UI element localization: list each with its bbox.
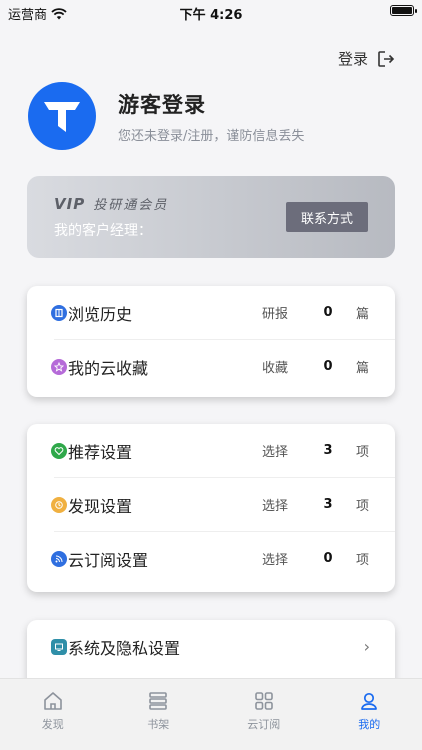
discover-settings-unit: 项 <box>356 499 370 514</box>
tab-mine[interactable]: 我的 <box>317 679 422 750</box>
browse-history-count: 0 <box>323 305 333 320</box>
vip-mark: VIP <box>54 194 86 213</box>
rss-icon <box>51 550 67 567</box>
guest-login-subtitle: 您还未登录/注册，谨防信息丢失 <box>118 128 305 144</box>
cloud-subscription-settings-kind: 选择 <box>262 553 289 568</box>
recommend-settings-label: 推荐设置 <box>68 442 133 462</box>
browse-history-unit: 篇 <box>356 307 370 322</box>
tab-discover-label: 发现 <box>41 718 64 731</box>
tab-cloud-subscription[interactable]: 云订阅 <box>211 679 317 750</box>
history-card: 浏览历史 研报 0 篇 我的云收藏 收藏 0 篇 <box>27 286 395 397</box>
discover-settings-kind: 选择 <box>262 499 289 514</box>
status-time: 下午 4:26 <box>179 8 243 23</box>
cloud-favorites-row[interactable]: 我的云收藏 收藏 0 篇 <box>27 340 395 393</box>
recommend-settings-unit: 项 <box>356 445 370 460</box>
chevron-right-icon: › <box>363 637 370 656</box>
grid-icon <box>254 692 273 710</box>
tab-cloud-subscription-label: 云订阅 <box>247 718 281 731</box>
system-icon <box>51 638 67 655</box>
recommend-settings-kind: 选择 <box>262 445 289 460</box>
tab-bar: 发现 书架 云订阅 我的 <box>0 678 422 750</box>
cloud-favorites-count: 0 <box>323 359 333 374</box>
tab-discover[interactable]: 发现 <box>0 679 106 750</box>
browse-history-kind: 研报 <box>262 307 289 322</box>
book-icon <box>51 304 67 321</box>
cloud-favorites-kind: 收藏 <box>262 361 289 376</box>
recommend-settings-row[interactable]: 推荐设置 选择 3 项 <box>27 424 395 477</box>
cloud-subscription-settings-unit: 项 <box>356 553 370 568</box>
customer-manager-label: 我的客户经理： <box>54 223 152 239</box>
heart-icon <box>51 442 67 459</box>
cloud-subscription-settings-count: 0 <box>323 551 333 566</box>
vip-card: VIP 投研通会员 我的客户经理： 联系方式 <box>27 176 395 258</box>
settings-card: 推荐设置 选择 3 项 发现设置 选择 3 项 云订阅设置 选择 0 项 <box>27 424 395 592</box>
battery-icon <box>390 5 417 16</box>
contact-button[interactable]: 联系方式 <box>286 202 368 232</box>
cloud-favorites-unit: 篇 <box>356 361 370 376</box>
browse-history-label: 浏览历史 <box>68 304 133 324</box>
status-bar: 运营商 下午 4:26 <box>0 0 422 23</box>
vip-logo: VIP 投研通会员 <box>54 194 169 214</box>
star-icon <box>51 358 67 375</box>
discover-settings-count: 3 <box>323 497 333 512</box>
logout-icon <box>378 50 395 67</box>
clock-icon <box>51 496 67 513</box>
cloud-favorites-label: 我的云收藏 <box>68 358 149 378</box>
login-label: 登录 <box>337 50 368 68</box>
login-button[interactable]: 登录 <box>338 48 396 69</box>
bookshelf-icon <box>149 692 168 710</box>
app-logo-icon <box>44 102 80 132</box>
guest-login-title[interactable]: 游客登录 <box>118 89 304 119</box>
user-icon <box>361 692 378 710</box>
vip-name: 投研通会员 <box>93 198 169 213</box>
home-icon <box>43 692 62 710</box>
browse-history-row[interactable]: 浏览历史 研报 0 篇 <box>27 286 395 339</box>
system-privacy-settings-label: 系统及隐私设置 <box>68 638 181 658</box>
tab-mine-label: 我的 <box>358 718 381 731</box>
discover-settings-label: 发现设置 <box>68 496 133 516</box>
cloud-subscription-settings-row[interactable]: 云订阅设置 选择 0 项 <box>27 532 395 585</box>
profile-section[interactable]: 游客登录 您还未登录/注册，谨防信息丢失 <box>28 82 304 150</box>
tab-bookshelf-label: 书架 <box>147 718 170 731</box>
discover-settings-row[interactable]: 发现设置 选择 3 项 <box>27 478 395 531</box>
system-privacy-settings-row[interactable]: 系统及隐私设置 › <box>27 620 395 673</box>
recommend-settings-count: 3 <box>323 443 333 458</box>
tab-bookshelf[interactable]: 书架 <box>106 679 212 750</box>
avatar[interactable] <box>28 82 96 150</box>
cloud-subscription-settings-label: 云订阅设置 <box>68 550 149 570</box>
